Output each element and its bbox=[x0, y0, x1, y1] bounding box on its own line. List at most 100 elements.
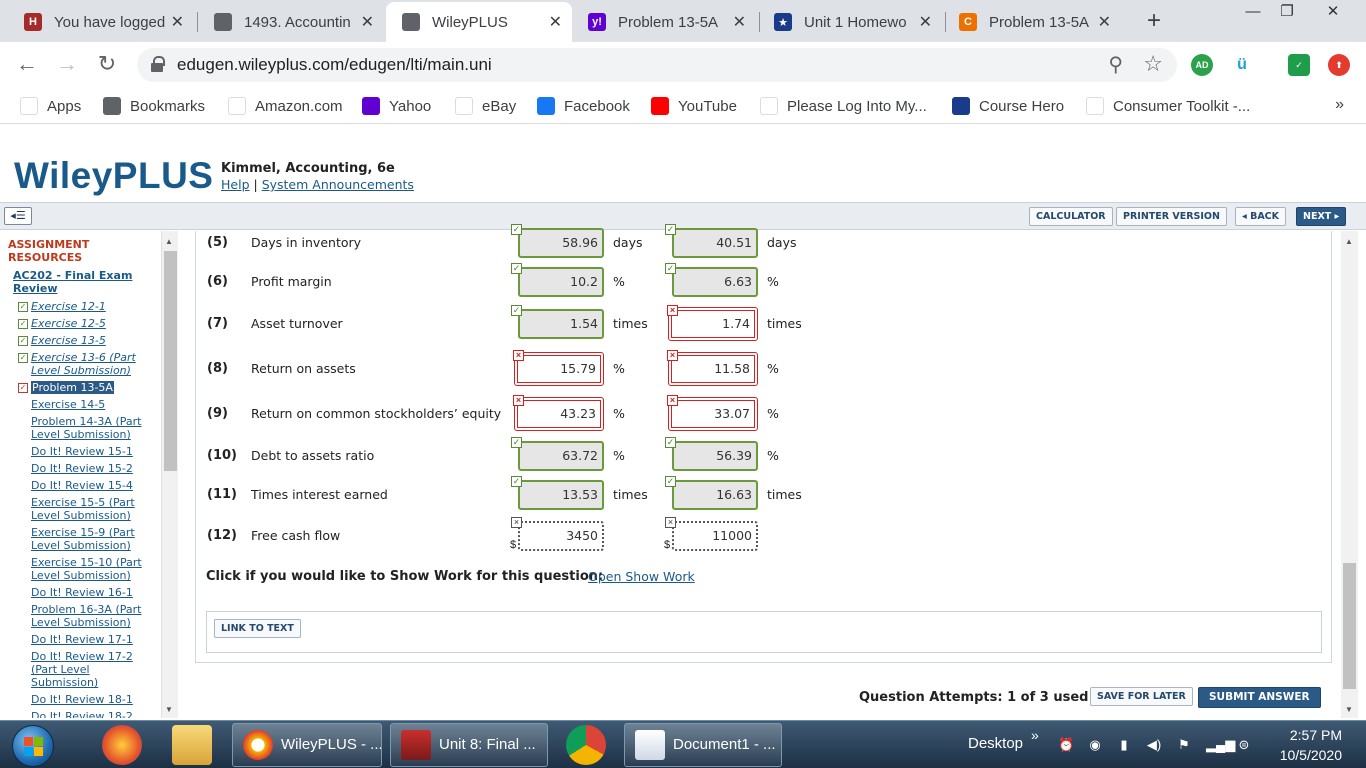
back-button[interactable]: ◂ BACK bbox=[1235, 207, 1287, 226]
answer-input[interactable]: 11000 bbox=[672, 521, 758, 551]
volume-icon[interactable]: ◀) bbox=[1146, 737, 1162, 753]
sidebar-item[interactable]: Exercise 15-10 (Part Level Submission) bbox=[31, 556, 159, 582]
adblock-extension-icon[interactable]: AD bbox=[1191, 54, 1213, 76]
close-tab-icon[interactable]: ✕ bbox=[733, 12, 746, 32]
answer-input[interactable]: 10.2 bbox=[518, 267, 604, 297]
scroll-up-icon[interactable]: ▲ bbox=[1345, 237, 1353, 246]
file-explorer-icon[interactable] bbox=[172, 725, 212, 765]
sidebar-item[interactable]: Exercise 15-9 (Part Level Submission) bbox=[31, 526, 159, 552]
sidebar-item[interactable]: Exercise 15-5 (Part Level Submission) bbox=[31, 496, 159, 522]
tray-app-icon[interactable]: ⏰ bbox=[1058, 737, 1074, 753]
close-tab-icon[interactable]: ✕ bbox=[919, 12, 932, 32]
sidebar-item[interactable]: Do It! Review 15-2 bbox=[31, 462, 159, 475]
bookmark-star-icon[interactable]: ☆ bbox=[1143, 51, 1163, 77]
tray-app-icon[interactable]: ◉ bbox=[1087, 737, 1103, 753]
sidebar-item[interactable]: Do It! Review 17-1 bbox=[31, 633, 159, 646]
browser-tab[interactable]: 1493. Accountin ✕ bbox=[198, 2, 384, 42]
help-link[interactable]: Help bbox=[221, 177, 250, 192]
sidebar-item[interactable]: Exercise 13-6 (Part Level Submission) bbox=[31, 351, 159, 377]
next-button[interactable]: NEXT ▸ bbox=[1296, 207, 1347, 226]
submit-answer-button[interactable]: SUBMIT ANSWER bbox=[1198, 687, 1321, 708]
sidebar-item[interactable]: Exercise 14-5 bbox=[31, 398, 159, 411]
back-arrow-icon[interactable]: ← bbox=[12, 50, 42, 80]
bookmark-item[interactable]: Yahoo bbox=[362, 96, 431, 116]
taskbar-app-button[interactable]: WileyPLUS - ... bbox=[232, 723, 382, 767]
browser-tab[interactable]: y! Problem 13-5A ✕ bbox=[572, 2, 756, 42]
close-tab-icon[interactable]: ✕ bbox=[171, 12, 184, 32]
new-tab-button[interactable]: + bbox=[1140, 8, 1168, 36]
sidebar-item[interactable]: Problem 14-3A (Part Level Submission) bbox=[31, 415, 159, 441]
reload-icon[interactable]: ↻ bbox=[92, 50, 122, 80]
minimize-icon[interactable]: — bbox=[1236, 0, 1270, 26]
sidebar-item[interactable]: Do It! Review 18-2 bbox=[31, 710, 159, 718]
sidebar-scrollbar[interactable]: ▲ ▼ bbox=[161, 231, 178, 718]
firefox-icon[interactable] bbox=[102, 725, 142, 765]
answer-input[interactable]: 56.39 bbox=[672, 441, 758, 471]
network-icon[interactable]: ▂▄▆ bbox=[1206, 737, 1235, 753]
chrome-icon[interactable] bbox=[566, 725, 606, 765]
power-icon[interactable]: ▮ bbox=[1116, 737, 1132, 753]
extension-icon[interactable]: ü bbox=[1231, 54, 1253, 76]
tray-app-icon[interactable]: ⊜ bbox=[1236, 737, 1252, 753]
action-center-flag-icon[interactable]: ⚑ bbox=[1176, 737, 1192, 753]
wileyplus-logo[interactable]: WileyPLUS bbox=[14, 155, 214, 197]
taskbar-app-button[interactable]: Unit 8: Final ... bbox=[390, 723, 548, 767]
bookmark-item[interactable]: Bookmarks bbox=[103, 96, 205, 116]
printer-version-button[interactable]: PRINTER VERSION bbox=[1116, 207, 1227, 226]
answer-input[interactable]: 63.72 bbox=[518, 441, 604, 471]
bookmark-item[interactable]: eBay bbox=[455, 96, 516, 116]
answer-input[interactable]: 58.96 bbox=[518, 228, 604, 258]
answer-input[interactable]: 1.74 bbox=[668, 307, 758, 341]
sidebar-item[interactable]: Do It! Review 16-1 bbox=[31, 586, 159, 599]
link-to-text-button[interactable]: LINK TO TEXT bbox=[214, 619, 301, 638]
answer-input[interactable]: 16.63 bbox=[672, 480, 758, 510]
answer-input[interactable]: 1.54 bbox=[518, 309, 604, 339]
sidebar-item[interactable]: Problem 13-5A bbox=[31, 381, 114, 394]
bookmark-item[interactable]: Please Log Into My... bbox=[760, 96, 927, 116]
browser-tab[interactable]: C Problem 13-5A ✕ bbox=[943, 2, 1121, 42]
scroll-up-icon[interactable]: ▲ bbox=[165, 237, 173, 246]
answer-input[interactable]: 3450 bbox=[518, 521, 604, 551]
close-tab-icon[interactable]: ✕ bbox=[1098, 12, 1111, 32]
show-hidden-icons-icon[interactable]: » bbox=[1031, 727, 1039, 743]
close-tab-icon[interactable]: ✕ bbox=[361, 12, 374, 32]
restore-icon[interactable]: ❐ bbox=[1270, 0, 1304, 26]
answer-input[interactable]: 6.63 bbox=[672, 267, 758, 297]
sidebar-item[interactable]: Exercise 13-5 bbox=[31, 334, 159, 347]
bookmark-item[interactable]: Facebook bbox=[537, 96, 630, 116]
sidebar-item[interactable]: Do It! Review 15-4 bbox=[31, 479, 159, 492]
address-bar[interactable]: edugen.wileyplus.com/edugen/lti/main.uni… bbox=[137, 48, 1177, 82]
sidebar-item[interactable]: Exercise 12-1 bbox=[31, 300, 159, 313]
update-extension-icon[interactable]: ⬆ bbox=[1328, 54, 1350, 76]
answer-input[interactable]: 15.79 bbox=[514, 352, 604, 386]
sidebar-item[interactable]: Do It! Review 18-1 bbox=[31, 693, 159, 706]
start-button[interactable] bbox=[12, 725, 54, 767]
scrollbar-thumb[interactable] bbox=[164, 251, 177, 471]
assignment-link[interactable]: AC202 - Final Exam Review bbox=[13, 269, 155, 295]
browser-tab[interactable]: WileyPLUS ✕ bbox=[386, 2, 572, 42]
answer-input[interactable]: 40.51 bbox=[672, 228, 758, 258]
forward-arrow-icon[interactable]: → bbox=[52, 50, 82, 80]
more-bookmarks-icon[interactable]: » bbox=[1335, 96, 1344, 114]
sidebar-item[interactable]: Do It! Review 17-2 (Part Level Submissio… bbox=[31, 650, 159, 689]
bookmark-item[interactable]: Apps bbox=[20, 96, 81, 116]
answer-input[interactable]: 11.58 bbox=[668, 352, 758, 386]
url-text[interactable]: edugen.wileyplus.com/edugen/lti/main.uni bbox=[177, 55, 492, 75]
zoom-icon[interactable]: ⚲ bbox=[1108, 52, 1123, 77]
close-window-icon[interactable]: ✕ bbox=[1316, 0, 1350, 26]
browser-tab[interactable]: H You have logged ✕ bbox=[8, 2, 194, 42]
answer-input[interactable]: 33.07 bbox=[668, 397, 758, 431]
bookmark-item[interactable]: Consumer Toolkit -... bbox=[1086, 96, 1250, 116]
scrollbar-thumb[interactable] bbox=[1343, 563, 1356, 689]
bookmark-item[interactable]: Amazon.com bbox=[228, 96, 343, 116]
desktop-toolbar[interactable]: Desktop bbox=[968, 735, 1023, 752]
sidebar-item[interactable]: Do It! Review 15-1 bbox=[31, 445, 159, 458]
system-clock[interactable]: 2:57 PM 10/5/2020 bbox=[1270, 725, 1342, 765]
shield-extension-icon[interactable]: ✓ bbox=[1288, 54, 1310, 76]
save-for-later-button[interactable]: SAVE FOR LATER bbox=[1090, 687, 1193, 706]
scroll-down-icon[interactable]: ▼ bbox=[1345, 705, 1353, 714]
answer-input[interactable]: 43.23 bbox=[514, 397, 604, 431]
open-show-work-link[interactable]: Open Show Work bbox=[588, 569, 695, 584]
bookmark-item[interactable]: Course Hero bbox=[952, 96, 1064, 116]
bookmark-item[interactable]: YouTube bbox=[651, 96, 737, 116]
